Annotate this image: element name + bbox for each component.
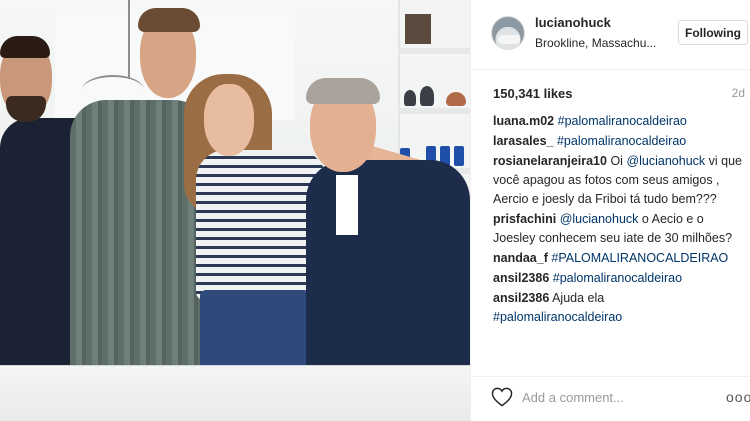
post-photo[interactable]: [0, 0, 470, 421]
comment-item: rosianelaranjeira10 Oi @lucianohuck vi q…: [493, 152, 745, 209]
comment-hashtag[interactable]: #palomaliranocaldeirao: [557, 134, 686, 148]
photo-vase: [420, 86, 434, 106]
comment-hashtag[interactable]: #palomaliranocaldeirao: [553, 271, 682, 285]
comments-list: luana.m02 #palomaliranocaldeirao larasal…: [493, 112, 745, 328]
photo-chandelier-cord: [128, 0, 130, 78]
post-age[interactable]: 2d: [732, 86, 745, 100]
photo-counter: [0, 365, 470, 421]
comment-item: larasales_ #palomaliranocaldeirao: [493, 132, 745, 151]
comment-text: Oi: [610, 154, 627, 168]
post-sidebar: lucianohuck Brookline, Massachu... Follo…: [470, 0, 750, 421]
post-header: lucianohuck Brookline, Massachu... Follo…: [471, 0, 750, 70]
photo-shelf: [398, 48, 470, 54]
comment-text: Ajuda ela: [552, 291, 605, 305]
post-footer: Add a comment... ooo: [471, 376, 750, 421]
more-options-icon[interactable]: ooo: [726, 389, 750, 405]
comment-username[interactable]: prisfachini: [493, 212, 556, 226]
comment-mention[interactable]: @lucianohuck: [560, 212, 639, 226]
post-meta: 150,341 likes 2d: [471, 82, 750, 106]
photo-blue-vase: [454, 146, 464, 166]
photo-shelf: [398, 108, 470, 114]
photo-bowl: [446, 92, 466, 106]
add-comment-input[interactable]: Add a comment...: [522, 390, 624, 405]
photo-frame-object: [405, 14, 431, 44]
comment-hashtag[interactable]: #PALOMALIRANOCALDEIRAO: [551, 251, 728, 265]
comment-username[interactable]: larasales_: [493, 134, 553, 148]
photo-vase: [404, 90, 416, 106]
user-avatar[interactable]: [491, 16, 525, 50]
location-link[interactable]: Brookline, Massachu...: [535, 36, 656, 50]
comment-item: luana.m02 #palomaliranocaldeirao: [493, 112, 745, 131]
comment-item: prisfachini @lucianohuck o Aecio e o Joe…: [493, 210, 745, 248]
comment-item: ansil2386 Ajuda ela #palomaliranocaldeir…: [493, 289, 745, 327]
likes-count[interactable]: 150,341 likes: [493, 86, 573, 101]
username-link[interactable]: lucianohuck: [535, 15, 611, 30]
following-button[interactable]: Following: [678, 20, 748, 45]
comment-username[interactable]: nandaa_f: [493, 251, 548, 265]
comment-mention[interactable]: @lucianohuck: [626, 154, 705, 168]
comment-item: ansil2386 #palomaliranocaldeirao: [493, 269, 745, 288]
comment-hashtag[interactable]: #palomaliranocaldeirao: [558, 114, 687, 128]
comment-username[interactable]: luana.m02: [493, 114, 554, 128]
comment-item: nandaa_f #PALOMALIRANOCALDEIRAO: [493, 249, 745, 268]
comment-hashtag[interactable]: #palomaliranocaldeirao: [493, 310, 622, 324]
comment-username[interactable]: rosianelaranjeira10: [493, 154, 607, 168]
heart-outline-icon[interactable]: [491, 387, 513, 407]
comment-username[interactable]: ansil2386: [493, 271, 549, 285]
comment-username[interactable]: ansil2386: [493, 291, 549, 305]
